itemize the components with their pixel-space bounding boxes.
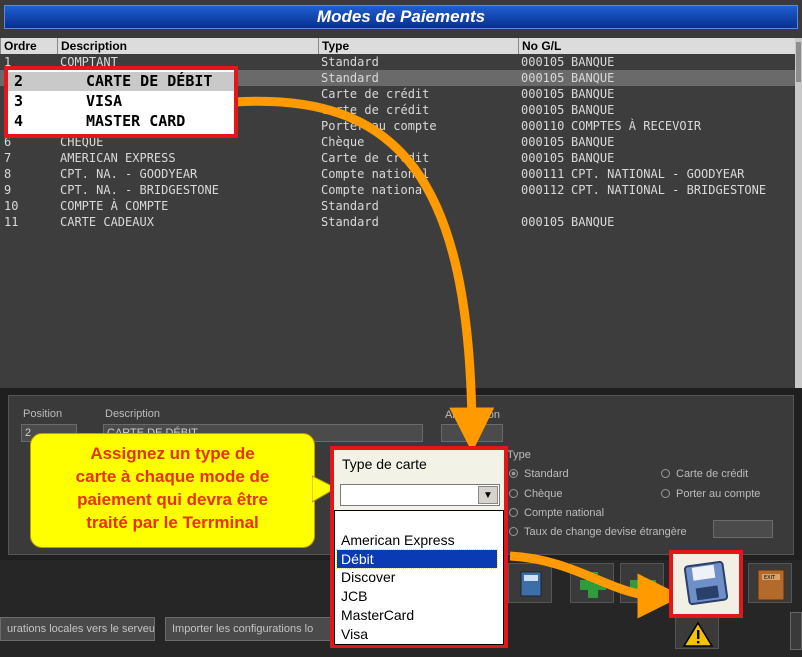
- card-type-option[interactable]: Débit: [336, 548, 498, 569]
- note-line: paiement qui devra être: [77, 490, 268, 509]
- note-line: carte à chaque mode de: [75, 467, 270, 486]
- arrow-to-save: [509, 551, 683, 619]
- chevron-down-icon[interactable]: ▼: [478, 486, 498, 504]
- card-type-dropdown-list[interactable]: American Express Débit Discover JCB MasterCa…: [334, 510, 504, 645]
- card-type-option[interactable]: American Express: [337, 531, 497, 549]
- arrow-to-card-type: [233, 96, 495, 453]
- save-button[interactable]: [669, 550, 743, 618]
- card-type-option[interactable]: Discover: [337, 568, 497, 586]
- card-type-option[interactable]: MasterCard: [337, 606, 497, 624]
- note-line: Assignez un type de: [90, 444, 255, 463]
- instruction-note: Assignez un type de carte à chaque mode …: [30, 433, 315, 548]
- card-type-panel: Type de carte ▼ American Express Débit Dis…: [330, 446, 508, 648]
- floppy-disk-icon: [683, 560, 729, 606]
- card-type-label: Type de carte: [342, 456, 427, 472]
- card-type-select[interactable]: ▼: [340, 484, 500, 506]
- note-line: traité par le Terrminal: [86, 513, 259, 532]
- highlight-frame-list: [4, 66, 238, 138]
- card-type-option[interactable]: JCB: [337, 587, 497, 605]
- card-type-option[interactable]: Visa: [337, 625, 497, 643]
